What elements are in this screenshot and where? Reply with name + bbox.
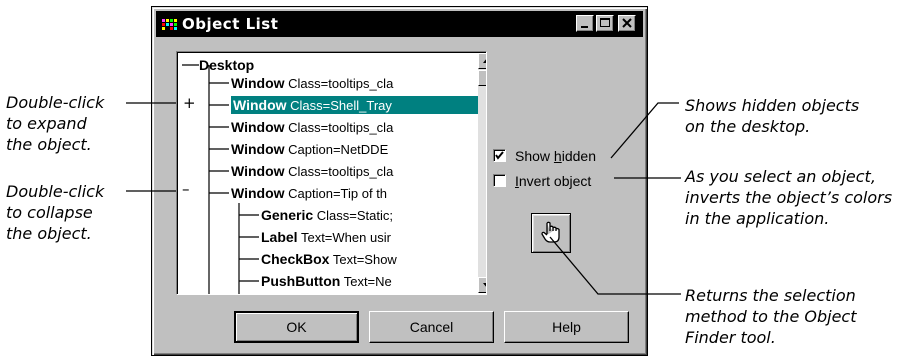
tree-node-type: Label [261,229,298,245]
tree-node-detail: Class=tooltips_cla [288,120,394,135]
close-icon [622,18,632,28]
ok-button[interactable]: OK [234,311,359,343]
callout-collapse: Double-click to collapse the object. [6,182,105,243]
callout-expand: Double-click to expand the object. [6,93,105,154]
tree-node-detail: Text=When usir [300,230,391,245]
maximize-icon [600,18,610,27]
tree-node-type: Window [231,141,285,157]
scroll-up-button[interactable] [478,53,486,69]
tree-node[interactable]: Window Class=tooltips_cla [231,118,478,136]
tree-node-type: Window [231,119,285,135]
collapse-minus-marker: – [182,180,190,198]
expand-plus-marker: + [183,94,196,112]
tree-node[interactable]: CheckBox Text=Show [261,250,478,268]
tree-node[interactable]: Generic Class=Static; [261,206,478,224]
close-button[interactable] [618,15,636,32]
help-button[interactable]: Help [504,311,629,343]
title-bar[interactable]: Object List [156,11,643,37]
tree-node-type: Generic [261,207,314,223]
tree-node[interactable]: PushButton Text=Ne [261,272,478,290]
tree-node[interactable]: Window Caption=Tip of th [231,184,478,202]
tree-node[interactable]: Window Class=tooltips_cla [231,74,478,92]
scroll-thumb[interactable] [478,70,486,86]
show-hidden-label: Show hidden [515,148,596,164]
object-finder-tool-button[interactable] [531,213,571,253]
tree-node[interactable]: Window Class=Shell_Tray [231,96,478,114]
checkmark-icon [495,151,504,160]
minimize-icon [581,26,588,28]
arrow-up-icon [483,58,486,63]
tree-node-type: Window [231,163,285,179]
tree-node-type: Window [231,75,285,91]
tree-node-detail: Caption=Tip of th [288,186,388,201]
tree-root-desktop[interactable]: Desktop [199,56,254,74]
tree-node[interactable]: Label Text=When usir [261,228,478,246]
tree-node-detail: Class=Static; [316,208,393,223]
tree-node-detail: Class=tooltips_cla [288,164,394,179]
callout-finder: Returns the selection method to the Objec… [685,286,857,347]
cancel-button[interactable]: Cancel [369,311,494,343]
tree-node-detail: Text=Show [332,252,397,267]
scroll-down-button[interactable] [478,277,486,293]
tree-node-detail: Class=Shell_Tray [290,98,392,113]
invert-object-label: Invert object [515,173,592,189]
callout-invert: As you select an object, inverts the obje… [685,167,893,228]
arrow-down-icon [483,283,486,288]
tree-node-type: PushButton [261,273,341,289]
maximize-button[interactable] [596,15,614,32]
callout-show-hidden: Shows hidden objects on the desktop. [685,96,860,136]
minimize-button[interactable] [576,15,594,32]
window-title: Object List [182,15,279,33]
tree-node-type: Window [233,97,287,113]
tree-vertical-scrollbar[interactable] [478,53,486,293]
tree-node-detail: Caption=NetDDE [288,142,389,157]
tree-node-detail: Class=tooltips_cla [288,76,394,91]
tree-node-detail: Text=Ne [343,274,392,289]
invert-object-checkbox[interactable] [493,174,506,187]
tree-node-type: Window [231,185,285,201]
pointing-hand-icon [541,221,560,243]
tree-node[interactable]: Window Caption=NetDDE [231,140,478,158]
app-icon [162,19,178,31]
show-hidden-checkbox[interactable] [493,149,506,162]
object-list-dialog: Object List Desktop Window Class=tooltip… [151,6,648,356]
tree-node[interactable]: Window Class=tooltips_cla [231,162,478,180]
object-tree[interactable]: Desktop Window Class=tooltips_cla Window … [176,51,487,295]
tree-node-type: CheckBox [261,251,330,267]
